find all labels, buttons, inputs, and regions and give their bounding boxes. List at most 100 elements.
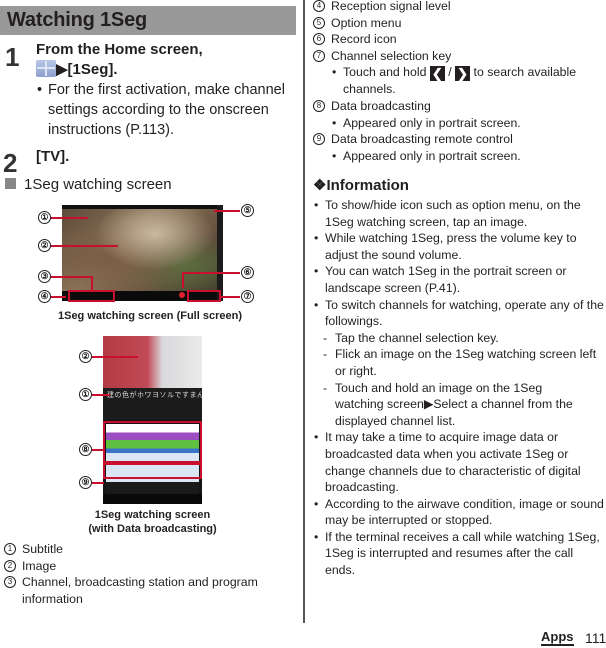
legend-num: 5 bbox=[313, 16, 325, 29]
broadcast-image bbox=[103, 336, 202, 388]
step-1-note: For the first activation, make channel s… bbox=[36, 80, 306, 140]
callout-4: ④ bbox=[38, 290, 51, 303]
legend-left: 1 Subtitle 2 Image 3 Channel, broadcasting … bbox=[4, 541, 294, 607]
callout-6: ⑥ bbox=[241, 266, 254, 279]
chevron-right-icon: ❯ bbox=[455, 66, 471, 82]
figure-2-caption-line1: 1Seg watching screen bbox=[94, 509, 211, 521]
highlight-channel-key bbox=[187, 290, 221, 302]
leader-line-6 bbox=[183, 272, 240, 274]
arrow-icon: ▶ bbox=[56, 61, 68, 78]
leader-line-3-vertical bbox=[91, 276, 93, 290]
legend-9-note: Appeared only in portrait screen. bbox=[331, 148, 603, 165]
leader-line-3 bbox=[44, 276, 92, 278]
leader-line-6-vertical bbox=[182, 272, 184, 288]
step-1-target: [1Seg]. bbox=[67, 61, 118, 78]
callout-p9: ⑨ bbox=[79, 476, 92, 489]
section-header: Watching 1Seg bbox=[0, 6, 296, 35]
fullscreen-screenshot bbox=[62, 205, 223, 301]
legend-num: 9 bbox=[313, 133, 325, 146]
callout-p1: ① bbox=[79, 388, 92, 401]
subtitle-text: 建の色がホワヨソルですまん bbox=[107, 392, 202, 399]
legend-text: Record icon bbox=[331, 32, 397, 47]
side-nav-bar bbox=[217, 205, 223, 301]
legend-text: Data broadcasting remote control bbox=[331, 132, 513, 147]
legend-num: 4 bbox=[313, 0, 325, 12]
section-title: Watching 1Seg bbox=[7, 9, 148, 31]
step-number-2: 2 bbox=[3, 148, 18, 178]
legend-text: Channel selection key bbox=[331, 48, 452, 63]
sub-item-text: Tap the channel selection key. bbox=[335, 330, 499, 345]
step-1-line2: ▶[1Seg]. bbox=[36, 60, 298, 80]
information-title: Information bbox=[326, 177, 409, 194]
info-bullet: It may take a time to acquire image data… bbox=[313, 429, 606, 495]
note-prefix: Touch and hold bbox=[343, 65, 427, 80]
legend-num: 2 bbox=[4, 559, 16, 572]
legend-item-9: 9 Data broadcasting remote control bbox=[313, 131, 603, 148]
leader-line-p9 bbox=[92, 482, 104, 484]
info-bullet: To show/hide icon such as option menu, o… bbox=[313, 197, 606, 230]
figure-1-caption: 1Seg watching screen (Full screen) bbox=[57, 310, 242, 322]
legend-item-2: 2 Image bbox=[4, 558, 294, 575]
highlight-remote-control bbox=[103, 463, 202, 479]
legend-item-8: 8 Data broadcasting bbox=[313, 98, 603, 115]
legend-num: 7 bbox=[313, 49, 325, 62]
callout-3: ③ bbox=[38, 270, 51, 283]
legend-text: Data broadcasting bbox=[331, 98, 431, 113]
leader-line-5 bbox=[214, 210, 240, 212]
legend-num: 8 bbox=[313, 99, 325, 112]
legend-num: 6 bbox=[313, 33, 325, 46]
sub-item-text: Touch and hold an image on the 1Seg watc… bbox=[335, 380, 573, 428]
callout-2: ② bbox=[38, 239, 51, 252]
legend-item-5: 5 Option menu bbox=[313, 15, 603, 32]
highlight-data-broadcast bbox=[103, 421, 202, 463]
legend-text: Option menu bbox=[331, 15, 402, 30]
apps-grid-icon bbox=[36, 60, 56, 77]
diamond-icon: ❖ bbox=[313, 177, 327, 194]
step-1-instruction: From the Home screen, ▶[1Seg]. bbox=[36, 40, 298, 80]
legend-8-note: Appeared only in portrait screen. bbox=[331, 115, 603, 132]
navigation-bar bbox=[103, 494, 202, 504]
chevron-left-icon: ❮ bbox=[429, 66, 445, 82]
callout-7: ⑦ bbox=[241, 290, 254, 303]
sub-item-text: Flick an image on the 1Seg watching scre… bbox=[335, 347, 597, 378]
subsection-title: 1Seg watching screen bbox=[24, 176, 172, 193]
callout-p2: ② bbox=[79, 350, 92, 363]
legend-item-6: 6 Record icon bbox=[313, 31, 603, 48]
legend-item-1: 1 Subtitle bbox=[4, 541, 294, 558]
info-bullet: While watching 1Seg, press the volume ke… bbox=[313, 230, 606, 263]
legend-item-4: 4 Reception signal level bbox=[313, 0, 603, 15]
step-number-1: 1 bbox=[5, 42, 20, 72]
info-sub-item: - Tap the channel selection key. bbox=[323, 330, 499, 345]
leader-line-p1 bbox=[92, 394, 110, 396]
legend-item-7: 7 Channel selection key bbox=[313, 48, 603, 65]
info-sub-item: - Flick an image on the 1Seg watching scr… bbox=[323, 347, 597, 378]
legend-right: 4 Reception signal level 5 Option menu 6 Re… bbox=[313, 0, 603, 164]
info-sub-item: - Touch and hold an image on the 1Seg wat… bbox=[323, 380, 573, 428]
legend-7-note: Touch and hold ❮ / ❯ to search available… bbox=[331, 64, 598, 98]
leader-line-7 bbox=[221, 296, 240, 298]
separator: / bbox=[448, 65, 452, 80]
broadcast-image bbox=[62, 209, 217, 291]
remote-control-bar bbox=[106, 482, 199, 494]
legend-num: 1 bbox=[4, 543, 16, 555]
legend-num: 3 bbox=[4, 576, 16, 589]
callout-p8: ⑧ bbox=[79, 443, 92, 456]
square-bullet-icon bbox=[5, 178, 16, 189]
leader-line-p8 bbox=[92, 449, 104, 451]
legend-text: Image bbox=[22, 558, 57, 573]
info-bullet: To switch channels for watching, operate… bbox=[313, 297, 606, 330]
leader-line-2 bbox=[44, 245, 118, 247]
legend-text: Subtitle bbox=[22, 542, 64, 556]
info-bullet: According to the airwave condition, imag… bbox=[313, 496, 606, 529]
legend-text: Reception signal level bbox=[331, 0, 451, 13]
callout-1: ① bbox=[38, 211, 51, 224]
info-bullet: If the terminal receives a call while wa… bbox=[313, 529, 606, 579]
page-number: 111 bbox=[585, 630, 606, 646]
figure-2-caption: 1Seg watching screen (with Data broadcas… bbox=[50, 508, 255, 536]
highlight-channel-info bbox=[68, 290, 115, 302]
step-2-instruction: [TV]. bbox=[36, 148, 70, 165]
figure-2-caption-line2: (with Data broadcasting) bbox=[88, 523, 217, 535]
info-bullet: You can watch 1Seg in the portrait scree… bbox=[313, 263, 606, 296]
subsection-heading: 1Seg watching screen bbox=[5, 175, 172, 195]
legend-text: Channel, broadcasting station and progra… bbox=[22, 575, 258, 606]
